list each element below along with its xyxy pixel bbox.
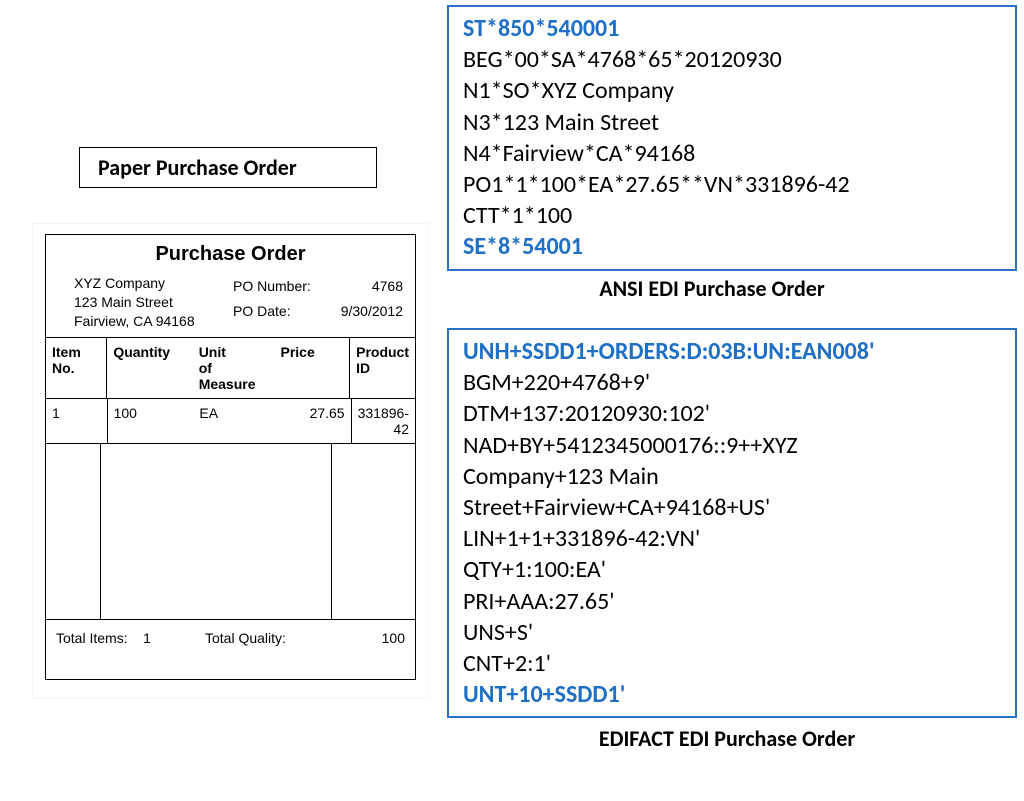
po-date-label: PO Date: xyxy=(233,299,291,324)
paper-title-label: Paper Purchase Order xyxy=(79,147,377,188)
edifact-line: Company+123 Main xyxy=(463,461,1001,492)
po-table: Item No. Quantity Unit of Measure Price … xyxy=(46,337,415,620)
edifact-line: DTM+137:20120930:102' xyxy=(463,398,1001,429)
edifact-line: UNS+S' xyxy=(463,617,1001,648)
edifact-line: UNT+10+SSDD1' xyxy=(463,679,1001,710)
po-spacer xyxy=(46,444,415,620)
col-uom-l1: Unit xyxy=(199,344,269,360)
ansi-line: N1*SO*XYZ Company xyxy=(463,75,1001,106)
paper-po-card: Purchase Order XYZ Company 123 Main Stre… xyxy=(33,224,428,698)
ansi-line: N4*Fairview*CA*94168 xyxy=(463,138,1001,169)
ansi-line: PO1*1*100*EA*27.65**VN*331896-42 xyxy=(463,169,1001,200)
edifact-line: CNT+2:1' xyxy=(463,648,1001,679)
edifact-line: NAD+BY+5412345000176::9++XYZ xyxy=(463,430,1001,461)
table-row: 1 100 EA 27.65 331896-42 xyxy=(46,399,415,444)
po-meta: PO Number: 4768 PO Date: 9/30/2012 xyxy=(233,274,403,331)
col-pid: Product ID xyxy=(356,344,409,376)
cell-pid: 331896-42 xyxy=(352,399,415,443)
total-items-value: 1 xyxy=(143,630,151,646)
ansi-line: ST*850*540001 xyxy=(463,13,1001,44)
po-table-header: Item No. Quantity Unit of Measure Price … xyxy=(46,338,415,399)
po-company: XYZ Company xyxy=(74,274,233,293)
ansi-line: BEG*00*SA*4768*65*20120930 xyxy=(463,44,1001,75)
total-items-label: Total Items: xyxy=(56,630,128,646)
ansi-caption: ANSI EDI Purchase Order xyxy=(562,275,862,302)
edifact-edi-box: UNH+SSDD1+ORDERS:D:03B:UN:EAN008' BGM+22… xyxy=(447,328,1017,718)
ansi-edi-box: ST*850*540001 BEG*00*SA*4768*65*20120930… xyxy=(447,5,1017,271)
ansi-line: CTT*1*100 xyxy=(463,200,1001,231)
po-date-value: 9/30/2012 xyxy=(341,299,403,324)
po-number-value: 4768 xyxy=(372,274,403,299)
edifact-line: BGM+220+4768+9' xyxy=(463,367,1001,398)
ansi-line: SE*8*54001 xyxy=(463,231,1001,262)
po-title: Purchase Order xyxy=(46,243,415,266)
col-price: Price xyxy=(280,344,343,360)
po-street: 123 Main Street xyxy=(74,293,233,312)
po-number-label: PO Number: xyxy=(233,274,311,299)
total-quality-label: Total Quality: xyxy=(205,630,286,646)
col-uom-l2: of Measure xyxy=(199,360,269,392)
edifact-line: QTY+1:100:EA' xyxy=(463,554,1001,585)
cell-price: 27.65 xyxy=(276,399,352,443)
edifact-line: PRI+AAA:27.65' xyxy=(463,586,1001,617)
po-address: XYZ Company 123 Main Street Fairview, CA… xyxy=(74,274,233,331)
edifact-line: LIN+1+1+331896-42:VN' xyxy=(463,523,1001,554)
po-city: Fairview, CA 94168 xyxy=(74,312,233,331)
cell-uom: EA xyxy=(193,399,275,443)
col-item-l1: Item xyxy=(52,344,100,360)
po-header: XYZ Company 123 Main Street Fairview, CA… xyxy=(46,274,415,337)
col-item-l2: No. xyxy=(52,360,100,376)
edifact-line: UNH+SSDD1+ORDERS:D:03B:UN:EAN008' xyxy=(463,336,1001,367)
paper-po: Purchase Order XYZ Company 123 Main Stre… xyxy=(45,234,416,680)
total-quality-value: 100 xyxy=(382,630,405,646)
edifact-line: Street+Fairview+CA+94168+US' xyxy=(463,492,1001,523)
col-qty: Quantity xyxy=(113,344,186,360)
edifact-caption: EDIFACT EDI Purchase Order xyxy=(562,725,892,752)
cell-item: 1 xyxy=(46,399,108,443)
ansi-line: N3*123 Main Street xyxy=(463,107,1001,138)
cell-qty: 100 xyxy=(108,399,194,443)
po-footer: Total Items: 1 Total Quality: 100 xyxy=(46,620,415,646)
